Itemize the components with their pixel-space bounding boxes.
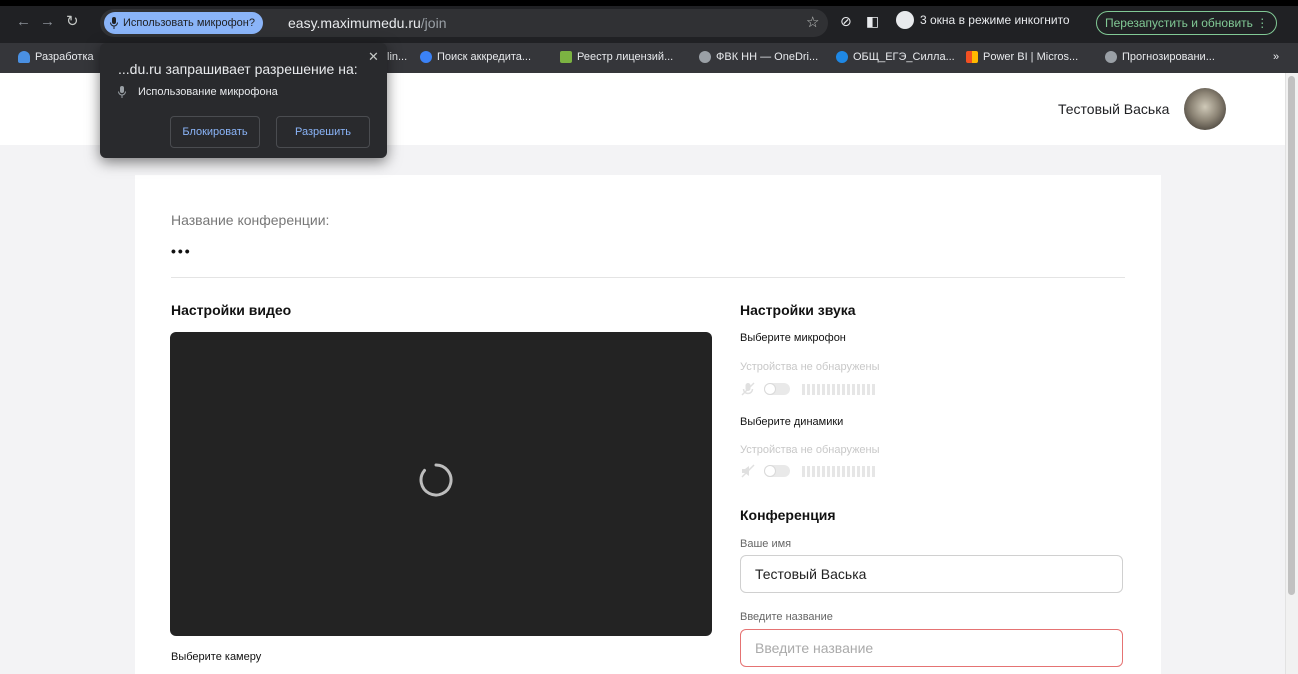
- speaker-status: Устройства не обнаружены: [740, 444, 880, 456]
- bookmark-item[interactable]: Прогнозировани...: [1105, 51, 1215, 63]
- bookmark-label: Разработка: [35, 51, 94, 63]
- conference-name-label: Название конференции:: [171, 212, 330, 228]
- speaker-level-meter: [802, 465, 875, 477]
- conference-name-value: •••: [171, 243, 192, 259]
- bookmark-item[interactable]: lin...: [387, 51, 407, 63]
- speaker-toggle[interactable]: [764, 465, 790, 477]
- allow-button[interactable]: Разрешить: [276, 116, 370, 148]
- relaunch-label: Перезапустить и обновить: [1105, 16, 1253, 30]
- mic-select-label: Выберите микрофон: [740, 332, 846, 344]
- bookmark-item[interactable]: ФВК НН — OneDri...: [699, 51, 818, 63]
- mic-level-meter: [802, 383, 875, 395]
- url-text[interactable]: easy.maximumedu.ru/join: [288, 15, 446, 31]
- side-panel-icon[interactable]: ◧: [866, 13, 879, 30]
- onedrive-icon: [836, 51, 848, 63]
- speaker-select-label: Выберите динамики: [740, 416, 844, 428]
- speaker-off-icon[interactable]: [740, 463, 756, 479]
- bookmark-label: Поиск аккредита...: [437, 51, 532, 63]
- close-icon[interactable]: ✕: [368, 49, 379, 65]
- back-icon[interactable]: ←: [16, 13, 31, 31]
- incognito-indicator[interactable]: 3 окна в режиме инкогнито: [896, 11, 1070, 29]
- bookmark-item[interactable]: Реестр лицензий...: [560, 51, 673, 63]
- user-name[interactable]: Тестовый Васька: [1058, 101, 1169, 117]
- gear-icon: [420, 51, 432, 63]
- avatar[interactable]: [1184, 88, 1226, 130]
- incognito-icon: [896, 11, 914, 29]
- url-host: easy.maximumedu.ru: [288, 15, 421, 31]
- bookmark-label: ФВК НН — OneDri...: [716, 51, 819, 63]
- mic-chip-label: Использовать микрофон?: [123, 17, 255, 29]
- forward-icon[interactable]: →: [40, 13, 55, 31]
- audio-settings-title: Настройки звука: [740, 302, 856, 318]
- permission-item-label: Использование микрофона: [138, 86, 278, 98]
- mic-icon: [118, 86, 126, 98]
- relaunch-button[interactable]: Перезапустить и обновить ⋮: [1096, 11, 1278, 35]
- bookmark-item[interactable]: Поиск аккредита...: [420, 51, 531, 63]
- permission-item: Использование микрофона: [118, 86, 278, 98]
- globe-icon: [1105, 51, 1117, 63]
- video-settings-title: Настройки видео: [171, 302, 292, 318]
- bookmark-label: Прогнозировани...: [1122, 51, 1215, 63]
- bookmark-label: ОБЩ_ЕГЭ_Силла...: [853, 51, 955, 63]
- mic-controls: [740, 381, 875, 397]
- incognito-label: 3 окна в режиме инкогнито: [920, 13, 1070, 27]
- shield-icon: [560, 51, 572, 63]
- mic-off-icon[interactable]: [740, 381, 756, 397]
- reload-icon[interactable]: ↻: [66, 13, 79, 31]
- divider: [171, 277, 1125, 278]
- overflow-label: »: [1273, 51, 1280, 63]
- conference-section-title: Конференция: [740, 507, 836, 523]
- mic-toggle[interactable]: [764, 383, 790, 395]
- scrollbar-thumb[interactable]: [1288, 76, 1295, 595]
- bookmarks-overflow-button[interactable]: »: [1273, 51, 1279, 63]
- bookmark-star-icon[interactable]: ☆: [806, 13, 819, 31]
- url-path: /join: [420, 15, 447, 31]
- mic-icon: [110, 17, 118, 29]
- conference-title-label: Введите название: [740, 611, 833, 623]
- block-button[interactable]: Блокировать: [170, 116, 260, 148]
- globe-icon: [699, 51, 711, 63]
- permission-title: ...du.ru запрашивает разрешение на:: [118, 61, 358, 77]
- permission-popup: ...du.ru запрашивает разрешение на: ✕ Ис…: [100, 43, 387, 158]
- loading-spinner-icon: [419, 463, 453, 497]
- mic-permission-chip[interactable]: Использовать микрофон?: [104, 12, 263, 34]
- extension-icon[interactable]: ⊘: [840, 13, 852, 30]
- bookmark-item[interactable]: Power BI | Micros...: [966, 51, 1078, 63]
- conference-title-input[interactable]: [740, 629, 1123, 667]
- bookmark-label: Реестр лицензий...: [577, 51, 674, 63]
- bookmark-item[interactable]: ОБЩ_ЕГЭ_Силла...: [836, 51, 955, 63]
- bookmark-item[interactable]: Разработка: [18, 51, 94, 63]
- cloud-icon: [18, 51, 30, 63]
- powerbi-icon: [966, 51, 978, 63]
- your-name-label: Ваше имя: [740, 538, 792, 550]
- bookmark-label: lin...: [387, 51, 408, 63]
- your-name-input[interactable]: [740, 555, 1123, 593]
- mic-status: Устройства не обнаружены: [740, 361, 880, 373]
- camera-select-label: Выберите камеру: [171, 651, 262, 663]
- speaker-controls: [740, 463, 875, 479]
- window-top-strip: [0, 0, 1298, 6]
- bookmark-label: Power BI | Micros...: [983, 51, 1079, 63]
